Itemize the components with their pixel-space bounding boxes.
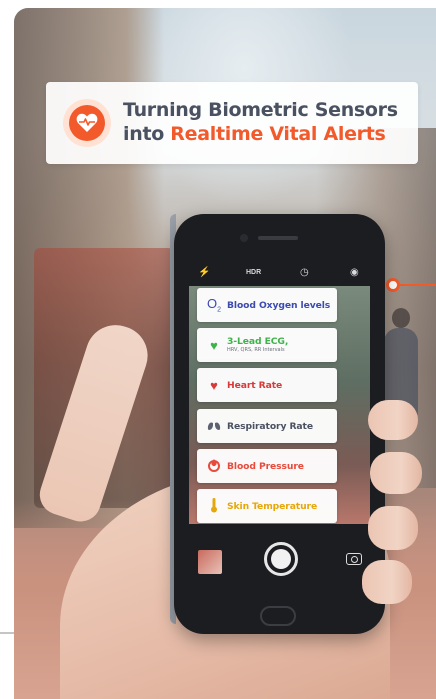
camera-top-bar: ⚡ HDR ◷ ◉ (192, 266, 367, 282)
frame-line (0, 632, 14, 634)
metric-sublabel: HRV, QRS, RR Intervals (227, 347, 285, 353)
heart-pulse-icon (63, 99, 111, 147)
oxygen-icon: O2 (206, 296, 222, 314)
front-camera-icon (240, 234, 248, 242)
home-button[interactable] (260, 606, 296, 626)
camera-flip-icon[interactable] (346, 553, 362, 565)
banner-accent-text: Realtime Vital Alerts (170, 123, 386, 145)
metric-label: Heart Rate (227, 379, 283, 391)
metric-card-ecg: ♥ 3-Lead ECG, HRV, QRS, RR Intervals (197, 328, 337, 362)
blood-pressure-icon (201, 458, 227, 475)
hand-finger (368, 506, 418, 550)
connector-line (400, 284, 436, 286)
metric-card-blood-oxygen: O2 Blood Oxygen levels (197, 288, 337, 322)
lungs-icon (201, 419, 227, 434)
metric-card-heart-rate: ♥ Heart Rate (197, 368, 337, 402)
heart-icon: ♥ (210, 377, 218, 393)
metric-label: Blood Oxygen levels (227, 299, 331, 311)
metric-card-blood-pressure: Blood Pressure (197, 449, 337, 483)
gallery-thumbnail[interactable] (198, 550, 222, 574)
hdr-toggle[interactable]: HDR (246, 266, 261, 280)
timer-icon[interactable]: ◷ (300, 266, 309, 280)
connector-dot (386, 278, 400, 292)
thermometer-icon (201, 497, 227, 516)
banner-line-2: into Realtime Vital Alerts (123, 123, 386, 145)
metric-label: Respiratory Rate (227, 420, 313, 432)
metric-label: Skin Temperature (227, 500, 318, 512)
speaker-grille (258, 236, 298, 240)
heart-ecg-icon: ♥ (210, 337, 218, 353)
hand-finger (362, 560, 412, 604)
shutter-button[interactable] (264, 542, 298, 576)
metric-label: Blood Pressure (227, 460, 304, 472)
flash-off-icon[interactable]: ⚡ (198, 266, 210, 280)
hand-finger (368, 400, 418, 440)
metric-card-respiratory-rate: Respiratory Rate (197, 409, 337, 443)
metric-card-skin-temperature: Skin Temperature (197, 489, 337, 523)
live-photo-icon[interactable]: ◉ (350, 266, 359, 280)
title-banner: Turning Biometric Sensors into Realtime … (46, 82, 418, 164)
banner-line-1: Turning Biometric Sensors (123, 99, 398, 121)
hand-finger (370, 452, 422, 494)
metric-label: 3-Lead ECG, HRV, QRS, RR Intervals (227, 336, 289, 353)
banner-title: Turning Biometric Sensors into Realtime … (123, 98, 398, 146)
stage: Turning Biometric Sensors into Realtime … (0, 0, 436, 699)
